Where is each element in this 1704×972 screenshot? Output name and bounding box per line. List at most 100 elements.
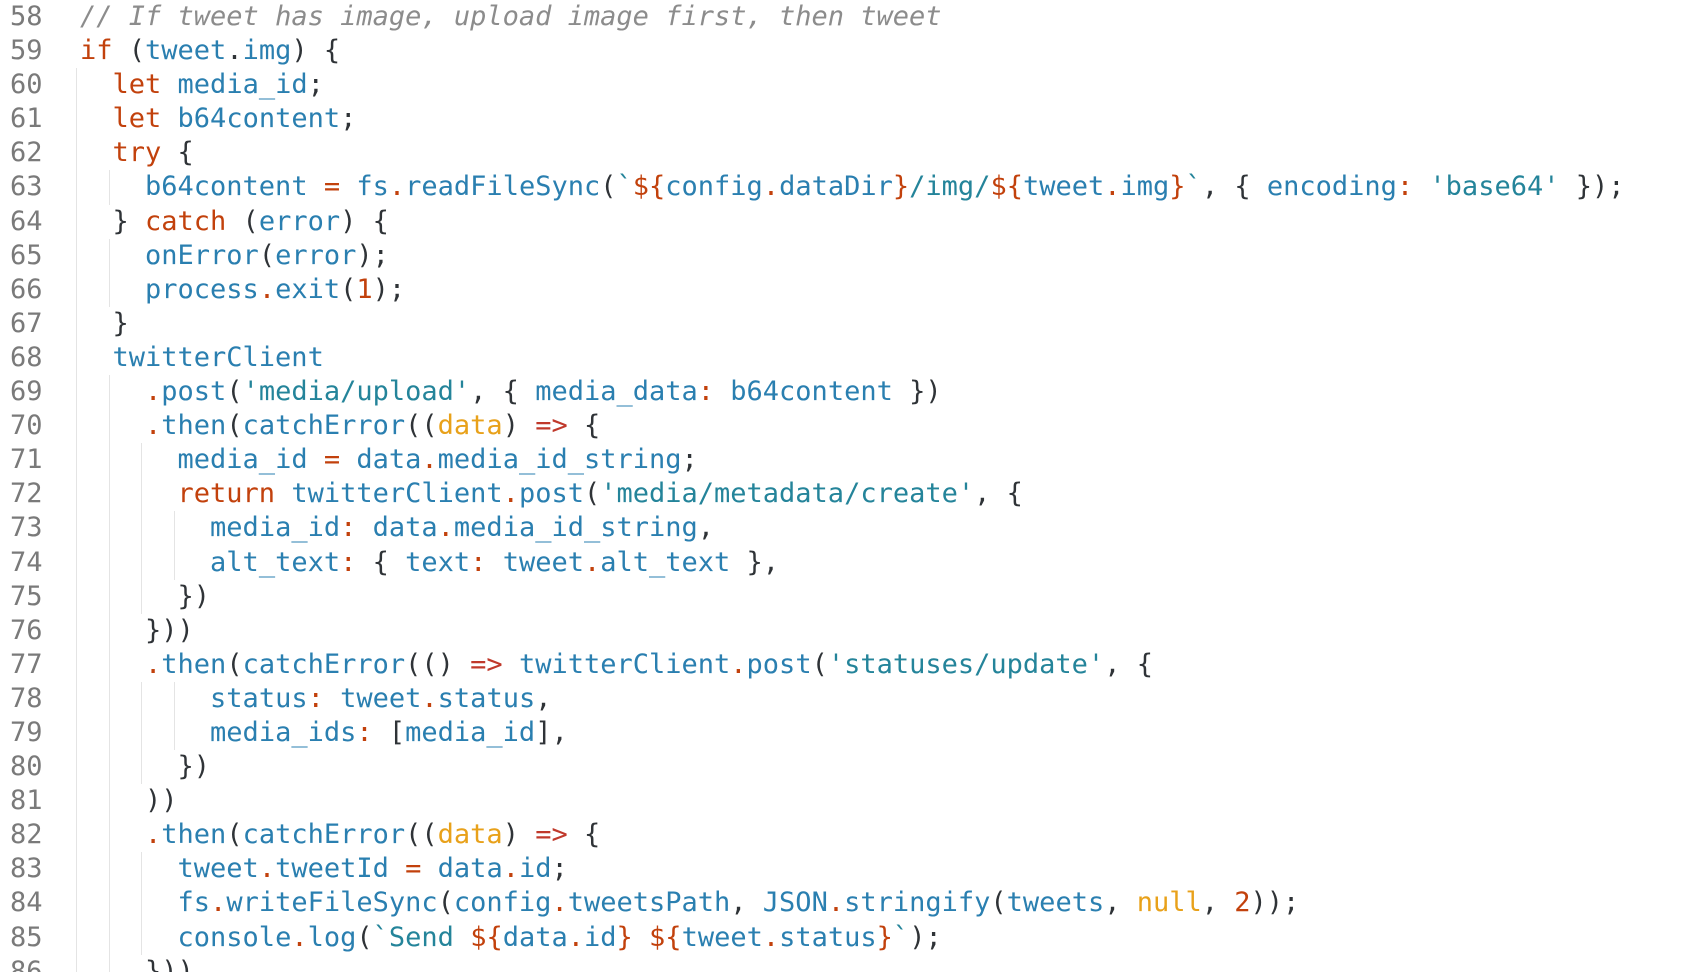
line-content: }) bbox=[178, 750, 211, 784]
code-token: } bbox=[616, 921, 633, 953]
code-token: 2 bbox=[1234, 887, 1251, 919]
code-token: id bbox=[518, 853, 552, 885]
code-token: ; bbox=[681, 444, 698, 476]
code-token: catchError bbox=[242, 819, 406, 851]
code-token: // If tweet has image, upload image firs… bbox=[80, 1, 942, 32]
code-token: )) bbox=[145, 785, 178, 817]
code-token: log bbox=[307, 921, 357, 953]
code-line: 84 fs.writeFileSync(config.tweetsPath, JS… bbox=[0, 886, 1704, 921]
code-token: : bbox=[340, 546, 357, 578]
code-line: 65 onError(error); bbox=[0, 238, 1704, 273]
code-line: 68 twitterClient bbox=[0, 340, 1704, 376]
line-number: 75 bbox=[10, 580, 43, 612]
code-token: . bbox=[502, 478, 519, 510]
code-line: 80}) bbox=[0, 750, 1704, 785]
code-token: ); bbox=[356, 239, 389, 271]
code-line: 66 process.exit(1); bbox=[0, 272, 1704, 307]
code-token: media_id bbox=[405, 716, 536, 748]
code-token: 'base64' bbox=[1429, 171, 1560, 203]
code-token: media_data bbox=[535, 376, 698, 408]
indent-guide bbox=[76, 613, 77, 648]
line-content: .then(catchError(() => twitterClient.pos… bbox=[145, 648, 1153, 682]
indent-guide bbox=[76, 238, 77, 273]
code-token: ${ bbox=[632, 171, 666, 203]
code-token: let bbox=[112, 103, 162, 135]
code-token: : bbox=[697, 376, 715, 408]
code-editor[interactable]: 58 // If tweet has image, upload image fi… bbox=[0, 0, 1704, 972]
code-token: twitterClient bbox=[112, 341, 324, 373]
code-token: onError bbox=[145, 239, 259, 271]
code-token: . bbox=[258, 853, 276, 885]
code-token: . bbox=[1104, 171, 1121, 203]
code-token: ( bbox=[258, 239, 276, 271]
indent-guide bbox=[76, 715, 77, 751]
line-number: 66 bbox=[10, 273, 43, 305]
code-token: . bbox=[421, 682, 438, 714]
indent-guide bbox=[76, 750, 77, 785]
indent-guide bbox=[141, 681, 143, 716]
code-token: config bbox=[665, 171, 763, 203]
code-token: ( bbox=[340, 273, 357, 305]
line-number: 73 bbox=[10, 512, 43, 544]
code-token: . bbox=[551, 887, 568, 919]
line-number: 78 bbox=[10, 682, 43, 714]
indent-guide bbox=[76, 204, 77, 239]
code-token: then bbox=[161, 648, 227, 680]
line-content: fs.writeFileSync(config.tweetsPath, JSON… bbox=[178, 886, 1300, 920]
line-number: 80 bbox=[10, 751, 43, 783]
line-content: twitterClient bbox=[113, 341, 324, 375]
code-token: writeFileSync bbox=[226, 887, 438, 919]
code-token: media_id_string bbox=[437, 444, 682, 476]
line-content: onError(error); bbox=[145, 239, 389, 273]
indent-guide bbox=[141, 920, 143, 955]
code-token: data bbox=[372, 512, 438, 544]
indent-guide bbox=[108, 852, 110, 887]
code-token: console bbox=[177, 921, 292, 953]
code-token: ( bbox=[583, 478, 601, 510]
indent-guide bbox=[108, 238, 110, 273]
code-token: )); bbox=[1250, 887, 1300, 919]
code-token: ${ bbox=[649, 921, 682, 953]
line-content: media_id: data.media_id_string, bbox=[210, 511, 714, 545]
code-token: tweet bbox=[1022, 171, 1105, 203]
code-token: img bbox=[242, 35, 292, 67]
code-token: b64content bbox=[730, 376, 893, 408]
code-line: 83 tweet.tweetId = data.id; bbox=[0, 852, 1704, 887]
code-token: { bbox=[567, 410, 601, 442]
line-number: 72 bbox=[10, 478, 43, 510]
line-number: 81 bbox=[10, 785, 43, 817]
code-token: . bbox=[388, 171, 406, 203]
indent-guide bbox=[76, 272, 77, 307]
code-token: . bbox=[145, 376, 162, 408]
line-number: 85 bbox=[10, 921, 43, 953]
code-line: 62 try { bbox=[0, 136, 1704, 171]
code-token: ) { bbox=[291, 35, 341, 67]
code-token: let bbox=[112, 69, 162, 101]
code-token: , bbox=[1104, 887, 1137, 919]
indent-guide bbox=[76, 647, 77, 682]
code-token: => bbox=[535, 410, 568, 442]
indent-guide bbox=[141, 750, 143, 785]
indent-guide bbox=[76, 784, 77, 819]
indent-guide bbox=[108, 750, 110, 785]
code-token: , bbox=[1201, 887, 1235, 919]
line-number: 61 bbox=[10, 103, 43, 135]
indent-guide bbox=[76, 579, 77, 614]
code-token: ( bbox=[112, 35, 146, 67]
code-token: ); bbox=[372, 273, 406, 305]
code-line: 60 let media_id; bbox=[0, 68, 1704, 103]
line-content: tweet.tweetId = data.id; bbox=[178, 852, 568, 886]
code-token: : bbox=[356, 716, 373, 748]
code-token: ) bbox=[502, 410, 536, 442]
code-token: ${ bbox=[990, 171, 1023, 203]
code-token: [ bbox=[372, 716, 406, 748]
code-token: then bbox=[161, 819, 227, 851]
line-number: 68 bbox=[10, 341, 43, 373]
indent-guide bbox=[108, 170, 110, 205]
code-token: stringify bbox=[844, 887, 991, 919]
